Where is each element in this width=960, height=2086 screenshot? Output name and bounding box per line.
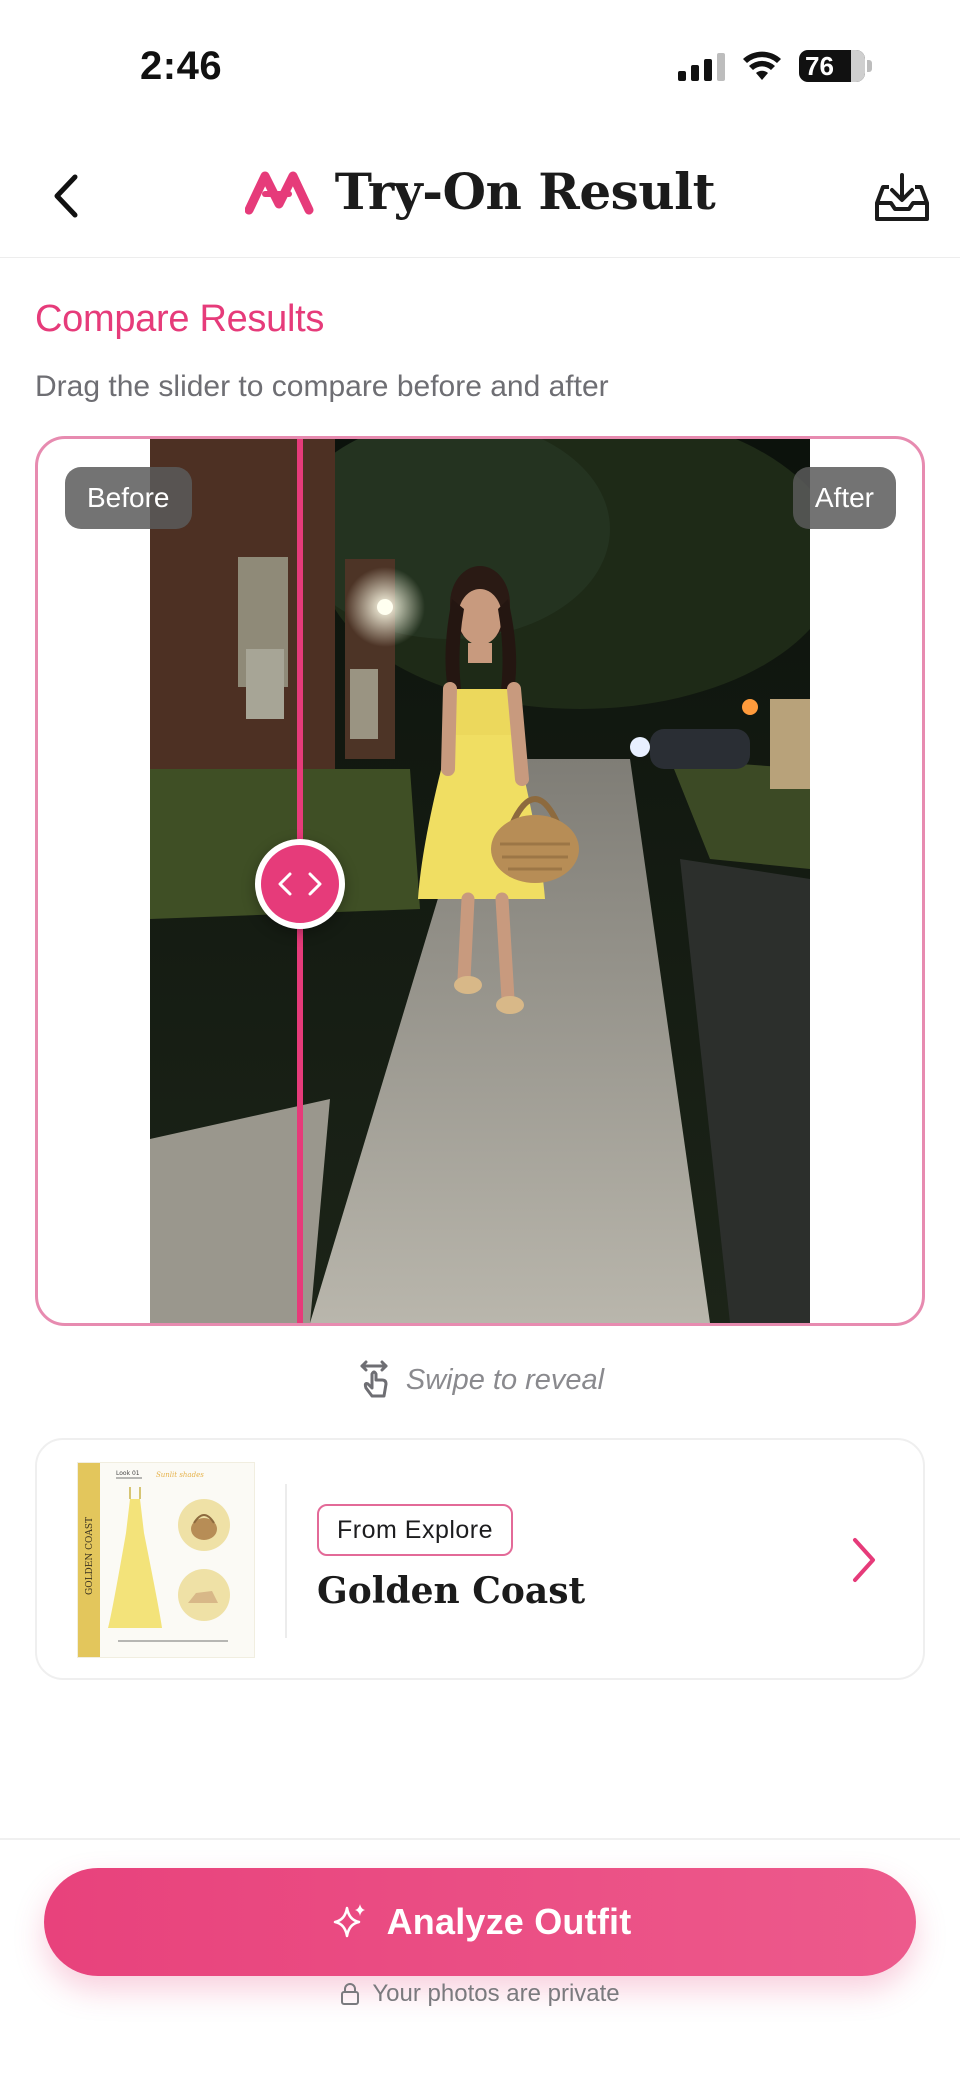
analyze-outfit-label: Analyze Outfit [386, 1901, 632, 1942]
privacy-note: Your photos are private [0, 1980, 960, 2008]
swipe-hint: Swipe to reveal [0, 1360, 960, 1400]
bottom-divider [0, 1838, 960, 1840]
thumb-vertical-title: GOLDEN COAST [85, 1517, 95, 1595]
cellular-signal-icon [678, 51, 725, 81]
thumb-note: Sunlit shades [156, 1471, 204, 1479]
drag-arrows-icon [278, 872, 322, 896]
swipe-hand-icon [360, 1360, 388, 1398]
sparkle-icon [333, 1904, 365, 1938]
source-badge: From Explore [317, 1504, 514, 1556]
privacy-text: Your photos are private [372, 1980, 620, 2007]
page-title: Try-On Result [334, 162, 716, 221]
before-after-compare[interactable]: Before After [35, 436, 925, 1326]
outfit-thumbnail: GOLDEN COAST Look 01 Sunlit shades [77, 1462, 255, 1658]
chevron-right-icon[interactable] [843, 1532, 883, 1588]
analyze-outfit-button[interactable]: Analyze Outfit [44, 1868, 916, 1976]
swipe-hint-text: Swipe to reveal [405, 1363, 605, 1396]
compare-title: Compare Results [35, 298, 325, 340]
download-tray-icon [875, 173, 929, 221]
battery-level: 76 [805, 51, 834, 81]
before-label: Before [65, 467, 192, 529]
app-header: Try-On Result [0, 140, 960, 258]
outfit-name: Golden Coast [317, 1570, 586, 1612]
try-on-photo [150, 439, 810, 1323]
download-button[interactable] [870, 166, 934, 230]
status-bar: 2:46 76 [0, 0, 960, 140]
outfit-card[interactable]: GOLDEN COAST Look 01 Sunlit shades From … [35, 1438, 925, 1680]
app-logo-icon [244, 171, 314, 214]
header-title-group: Try-On Result [0, 162, 960, 221]
wifi-icon [743, 51, 781, 80]
try-on-photo-illustration [150, 439, 810, 1323]
card-divider [285, 1484, 287, 1638]
lock-icon [341, 1983, 360, 2005]
thumb-look-label: Look 01 [116, 1470, 140, 1477]
slider-handle[interactable] [255, 839, 345, 929]
battery-cap [867, 60, 872, 72]
after-label: After [792, 467, 896, 529]
battery-icon: 76 [799, 50, 865, 82]
status-time: 2:46 [140, 44, 223, 88]
compare-subtitle: Drag the slider to compare before and af… [35, 370, 609, 403]
status-icons: 76 [678, 50, 872, 82]
